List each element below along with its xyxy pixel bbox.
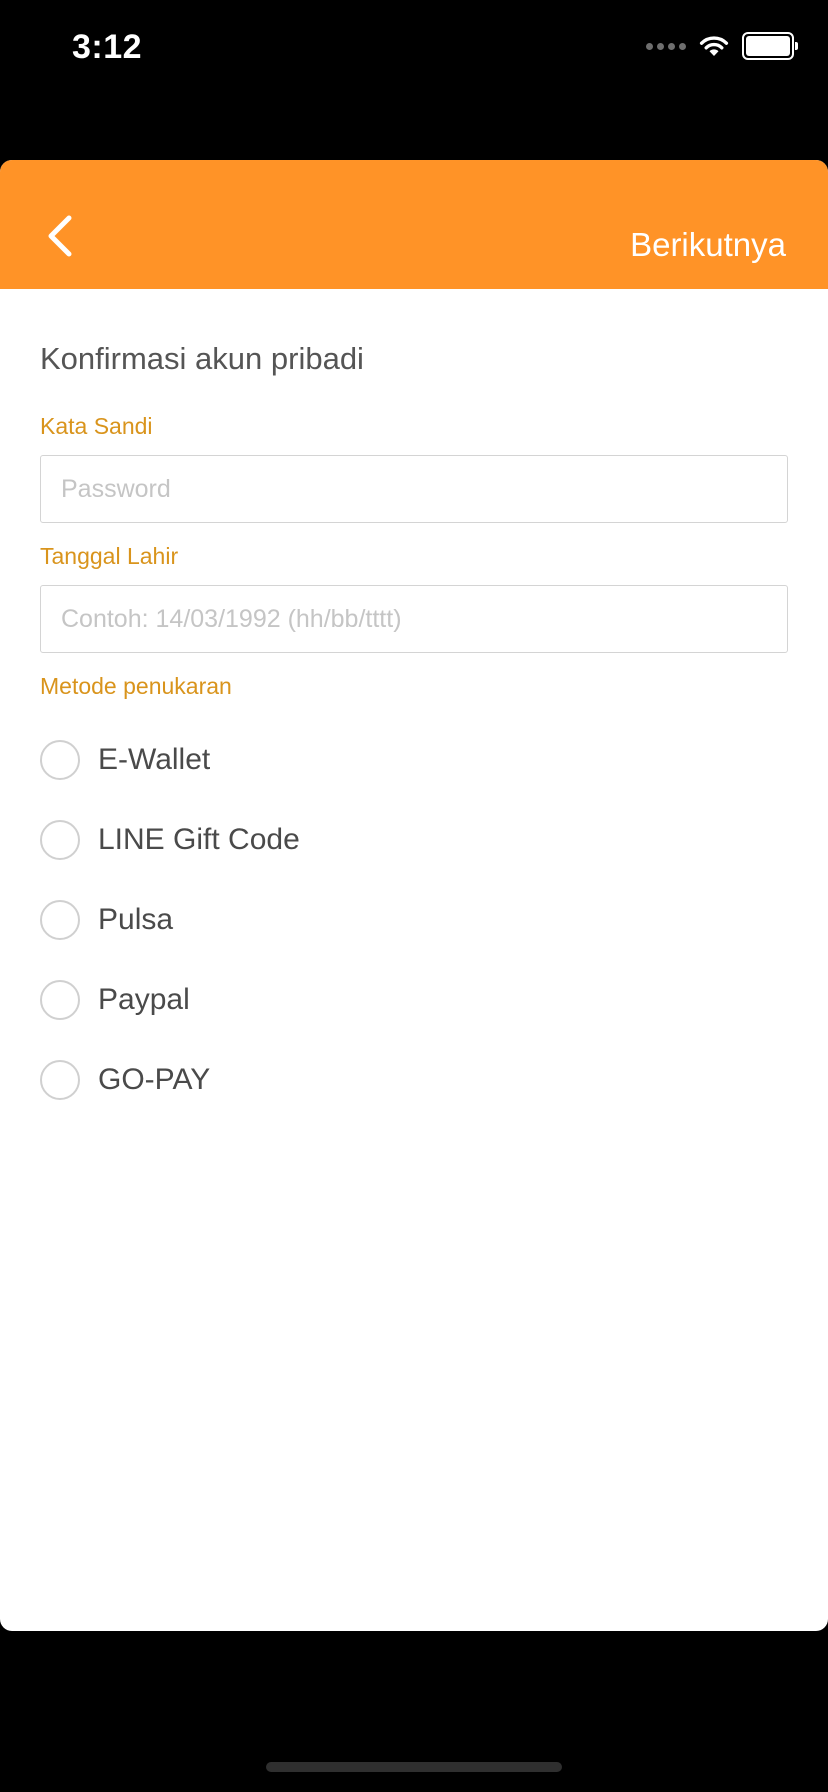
back-button[interactable] [40,212,84,262]
password-placeholder: Password [61,474,171,503]
signal-icon [646,42,686,50]
chevron-left-icon [48,215,72,257]
radio-label: E-Wallet [98,743,211,776]
home-indicator[interactable] [266,1762,562,1772]
birthdate-label: Tanggal Lahir [40,543,179,569]
modal-sheet: Berikutnya Konfirmasi akun pribadi Kata … [0,160,828,1631]
status-time: 3:12 [72,28,143,66]
next-button[interactable]: Berikutnya [630,226,786,264]
radio-button[interactable] [40,900,80,940]
radio-option-paypal[interactable]: Paypal [40,960,788,1040]
nav-bar: Berikutnya [0,160,828,289]
radio-button[interactable] [40,740,80,780]
battery-icon [742,32,798,60]
radio-label: LINE Gift Code [98,823,300,856]
radio-button[interactable] [40,1060,80,1100]
birthdate-input[interactable]: Contoh: 14/03/1992 (hh/bb/tttt) [40,585,788,653]
password-input[interactable]: Password [40,455,788,523]
status-icons [646,32,798,60]
radio-label: Paypal [98,983,190,1016]
radio-option-line-gift-code[interactable]: LINE Gift Code [40,800,788,880]
radio-option-pulsa[interactable]: Pulsa [40,880,788,960]
redemption-method-label: Metode penukaran [40,673,232,699]
radio-label: GO-PAY [98,1063,211,1096]
radio-option-ewallet[interactable]: E-Wallet [40,720,788,800]
radio-button[interactable] [40,980,80,1020]
page-title: Konfirmasi akun pribadi [40,341,364,376]
wifi-icon [699,36,729,56]
radio-option-gopay[interactable]: GO-PAY [40,1040,788,1120]
radio-button[interactable] [40,820,80,860]
password-label: Kata Sandi [40,413,153,439]
redemption-method-list: E-Wallet LINE Gift Code Pulsa Paypal GO-… [40,720,788,1120]
status-bar: 3:12 [0,0,828,100]
birthdate-placeholder: Contoh: 14/03/1992 (hh/bb/tttt) [61,604,402,633]
radio-label: Pulsa [98,903,174,936]
form: Konfirmasi akun pribadi Kata Sandi Passw… [0,341,828,1120]
